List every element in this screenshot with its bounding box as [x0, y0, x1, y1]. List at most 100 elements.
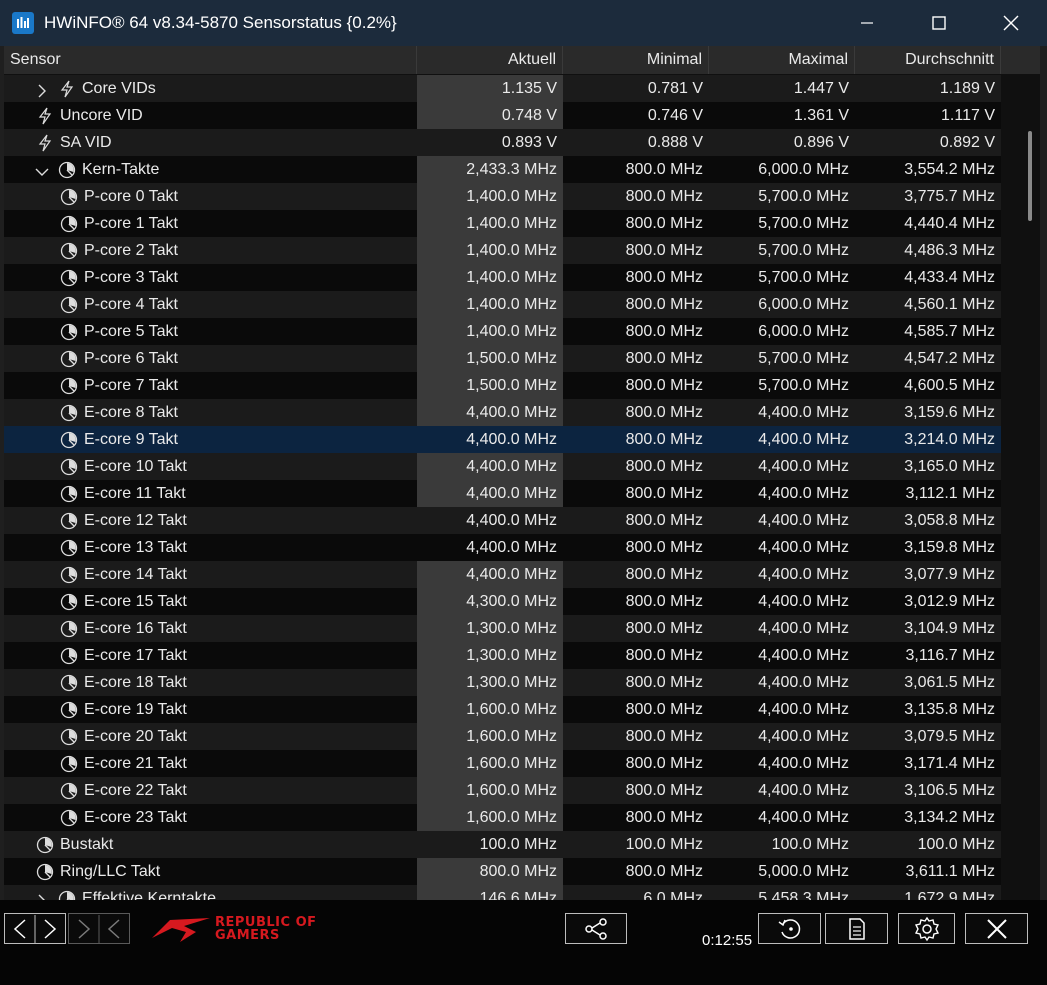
sensor-name-cell[interactable]: E-core 16 Takt	[4, 615, 417, 642]
sensor-name-cell[interactable]: Ring/LLC Takt	[4, 858, 417, 885]
table-row[interactable]: E-core 8 Takt 4,400.0 MHz 800.0 MHz 4,400.0…	[4, 399, 1004, 426]
close-sensors-button[interactable]	[965, 913, 1028, 944]
sensor-name-cell[interactable]: P-core 4 Takt	[4, 291, 417, 318]
sensor-name-cell[interactable]: P-core 6 Takt	[4, 345, 417, 372]
table-row[interactable]: P-core 1 Takt 1,400.0 MHz 800.0 MHz 5,700.0…	[4, 210, 1004, 237]
table-row[interactable]: E-core 21 Takt 1,600.0 MHz 800.0 MHz 4,400.…	[4, 750, 1004, 777]
table-row[interactable]: Bustakt 100.0 MHz 100.0 MHz 100.0 MHz 100.0 …	[4, 831, 1004, 858]
sensor-name-cell[interactable]: P-core 2 Takt	[4, 237, 417, 264]
settings-button[interactable]	[898, 913, 955, 944]
table-row[interactable]: E-core 17 Takt 1,300.0 MHz 800.0 MHz 4,400.…	[4, 642, 1004, 669]
sensor-label: Kern-Takte	[82, 161, 160, 178]
share-icon	[585, 917, 607, 940]
vertical-scrollbar[interactable]	[1004, 75, 1040, 900]
table-row[interactable]: P-core 4 Takt 1,400.0 MHz 800.0 MHz 6,000.0…	[4, 291, 1004, 318]
sensor-name-cell[interactable]: E-core 11 Takt	[4, 480, 417, 507]
current-value-cell: 146.6 MHz	[417, 885, 563, 900]
share-button[interactable]	[565, 913, 627, 944]
sensor-name-cell[interactable]: Effektive Kerntakte	[4, 885, 417, 900]
table-row[interactable]: Effektive Kerntakte 146.6 MHz 6.0 MHz 5,458…	[4, 885, 1004, 900]
current-value-cell: 4,400.0 MHz	[417, 426, 563, 453]
column-header-current[interactable]: Aktuell	[417, 46, 563, 74]
document-icon	[848, 917, 865, 940]
table-row[interactable]: E-core 23 Takt 1,600.0 MHz 800.0 MHz 4,400.…	[4, 804, 1004, 831]
sensor-name-cell[interactable]: E-core 17 Takt	[4, 642, 417, 669]
sensor-label: E-core 8 Takt	[84, 404, 178, 421]
sensor-name-cell[interactable]: P-core 7 Takt	[4, 372, 417, 399]
sensor-name-cell[interactable]: E-core 10 Takt	[4, 453, 417, 480]
reset-button[interactable]	[758, 913, 821, 944]
scrollbar-thumb[interactable]	[1028, 131, 1032, 221]
column-header-sensor[interactable]: Sensor	[4, 46, 417, 74]
table-row[interactable]: P-core 5 Takt 1,400.0 MHz 800.0 MHz 6,000.0…	[4, 318, 1004, 345]
table-row[interactable]: E-core 22 Takt 1,600.0 MHz 800.0 MHz 4,400.…	[4, 777, 1004, 804]
column-header-min[interactable]: Minimal	[563, 46, 709, 74]
avg-value-cell: 3,104.9 MHz	[855, 615, 1001, 642]
avg-value-cell: 3,171.4 MHz	[855, 750, 1001, 777]
sensor-name-cell[interactable]: E-core 22 Takt	[4, 777, 417, 804]
avg-value-cell: 3,116.7 MHz	[855, 642, 1001, 669]
avg-value-cell: 3,165.0 MHz	[855, 453, 1001, 480]
table-row[interactable]: E-core 16 Takt 1,300.0 MHz 800.0 MHz 4,400.…	[4, 615, 1004, 642]
avg-value-cell: 3,012.9 MHz	[855, 588, 1001, 615]
sensor-name-cell[interactable]: E-core 9 Takt	[4, 426, 417, 453]
table-row[interactable]: E-core 9 Takt 4,400.0 MHz 800.0 MHz 4,400.0…	[4, 426, 1004, 453]
sensor-name-cell[interactable]: E-core 19 Takt	[4, 696, 417, 723]
column-header-max[interactable]: Maximal	[709, 46, 855, 74]
table-row[interactable]: E-core 11 Takt 4,400.0 MHz 800.0 MHz 4,400.…	[4, 480, 1004, 507]
sensor-name-cell[interactable]: E-core 14 Takt	[4, 561, 417, 588]
clock-icon	[60, 674, 78, 692]
hwinfo-app-icon[interactable]	[12, 12, 34, 34]
sensor-name-cell[interactable]: E-core 20 Takt	[4, 723, 417, 750]
table-row[interactable]: E-core 18 Takt 1,300.0 MHz 800.0 MHz 4,400.…	[4, 669, 1004, 696]
table-row[interactable]: E-core 13 Takt 4,400.0 MHz 800.0 MHz 4,400.…	[4, 534, 1004, 561]
minimize-button[interactable]	[831, 0, 903, 46]
sensor-name-cell[interactable]: P-core 5 Takt	[4, 318, 417, 345]
table-row[interactable]: P-core 2 Takt 1,400.0 MHz 800.0 MHz 5,700.0…	[4, 237, 1004, 264]
column-header-avg[interactable]: Durchschnitt	[855, 46, 1001, 74]
close-window-button[interactable]	[975, 0, 1047, 46]
sensor-name-cell[interactable]: E-core 18 Takt	[4, 669, 417, 696]
table-row[interactable]: E-core 15 Takt 4,300.0 MHz 800.0 MHz 4,400.…	[4, 588, 1004, 615]
nav-collapse-expand-button[interactable]	[68, 913, 130, 944]
table-row[interactable]: E-core 19 Takt 1,600.0 MHz 800.0 MHz 4,400.…	[4, 696, 1004, 723]
table-row[interactable]: Core VIDs 1.135 V 0.781 V 1.447 V 1.189 V	[4, 75, 1004, 102]
current-value-cell: 1,600.0 MHz	[417, 777, 563, 804]
chevron-down-icon[interactable]	[34, 162, 50, 178]
sensor-name-cell[interactable]: E-core 15 Takt	[4, 588, 417, 615]
table-row[interactable]: E-core 12 Takt 4,400.0 MHz 800.0 MHz 4,400.…	[4, 507, 1004, 534]
sensor-name-cell[interactable]: E-core 21 Takt	[4, 750, 417, 777]
table-row[interactable]: Uncore VID 0.748 V 0.746 V 1.361 V 1.117 V	[4, 102, 1004, 129]
sensor-name-cell[interactable]: SA VID	[4, 129, 417, 156]
log-button[interactable]	[825, 913, 888, 944]
table-row[interactable]: E-core 10 Takt 4,400.0 MHz 800.0 MHz 4,400.…	[4, 453, 1004, 480]
table-row[interactable]: P-core 6 Takt 1,500.0 MHz 800.0 MHz 5,700.0…	[4, 345, 1004, 372]
table-row[interactable]: P-core 3 Takt 1,400.0 MHz 800.0 MHz 5,700.0…	[4, 264, 1004, 291]
table-row[interactable]: SA VID 0.893 V 0.888 V 0.896 V 0.892 V	[4, 129, 1004, 156]
table-row[interactable]: P-core 0 Takt 1,400.0 MHz 800.0 MHz 5,700.0…	[4, 183, 1004, 210]
sensor-name-cell[interactable]: P-core 0 Takt	[4, 183, 417, 210]
min-value-cell: 800.0 MHz	[563, 723, 709, 750]
table-row[interactable]: Kern-Takte 2,433.3 MHz 800.0 MHz 6,000.0 MH…	[4, 156, 1004, 183]
table-row[interactable]: P-core 7 Takt 1,500.0 MHz 800.0 MHz 5,700.0…	[4, 372, 1004, 399]
table-row[interactable]: Ring/LLC Takt 800.0 MHz 800.0 MHz 5,000.0 M…	[4, 858, 1004, 885]
max-value-cell: 6,000.0 MHz	[709, 291, 855, 318]
sensor-name-cell[interactable]: E-core 23 Takt	[4, 804, 417, 831]
chevron-right-icon[interactable]	[34, 891, 50, 900]
sensor-name-cell[interactable]: P-core 3 Takt	[4, 264, 417, 291]
sensor-name-cell[interactable]: Bustakt	[4, 831, 417, 858]
sensor-name-cell[interactable]: P-core 1 Takt	[4, 210, 417, 237]
sensor-name-cell[interactable]: Core VIDs	[4, 75, 417, 102]
sensor-label: E-core 10 Takt	[84, 458, 187, 475]
sensor-name-cell[interactable]: E-core 12 Takt	[4, 507, 417, 534]
table-row[interactable]: E-core 20 Takt 1,600.0 MHz 800.0 MHz 4,400.…	[4, 723, 1004, 750]
table-row[interactable]: E-core 14 Takt 4,400.0 MHz 800.0 MHz 4,400.…	[4, 561, 1004, 588]
nav-prev-next-button[interactable]	[4, 913, 66, 944]
sensor-label: E-core 9 Takt	[84, 431, 178, 448]
chevron-right-icon[interactable]	[34, 81, 50, 97]
sensor-name-cell[interactable]: E-core 8 Takt	[4, 399, 417, 426]
maximize-button[interactable]	[903, 0, 975, 46]
sensor-name-cell[interactable]: E-core 13 Takt	[4, 534, 417, 561]
sensor-name-cell[interactable]: Kern-Takte	[4, 156, 417, 183]
sensor-name-cell[interactable]: Uncore VID	[4, 102, 417, 129]
